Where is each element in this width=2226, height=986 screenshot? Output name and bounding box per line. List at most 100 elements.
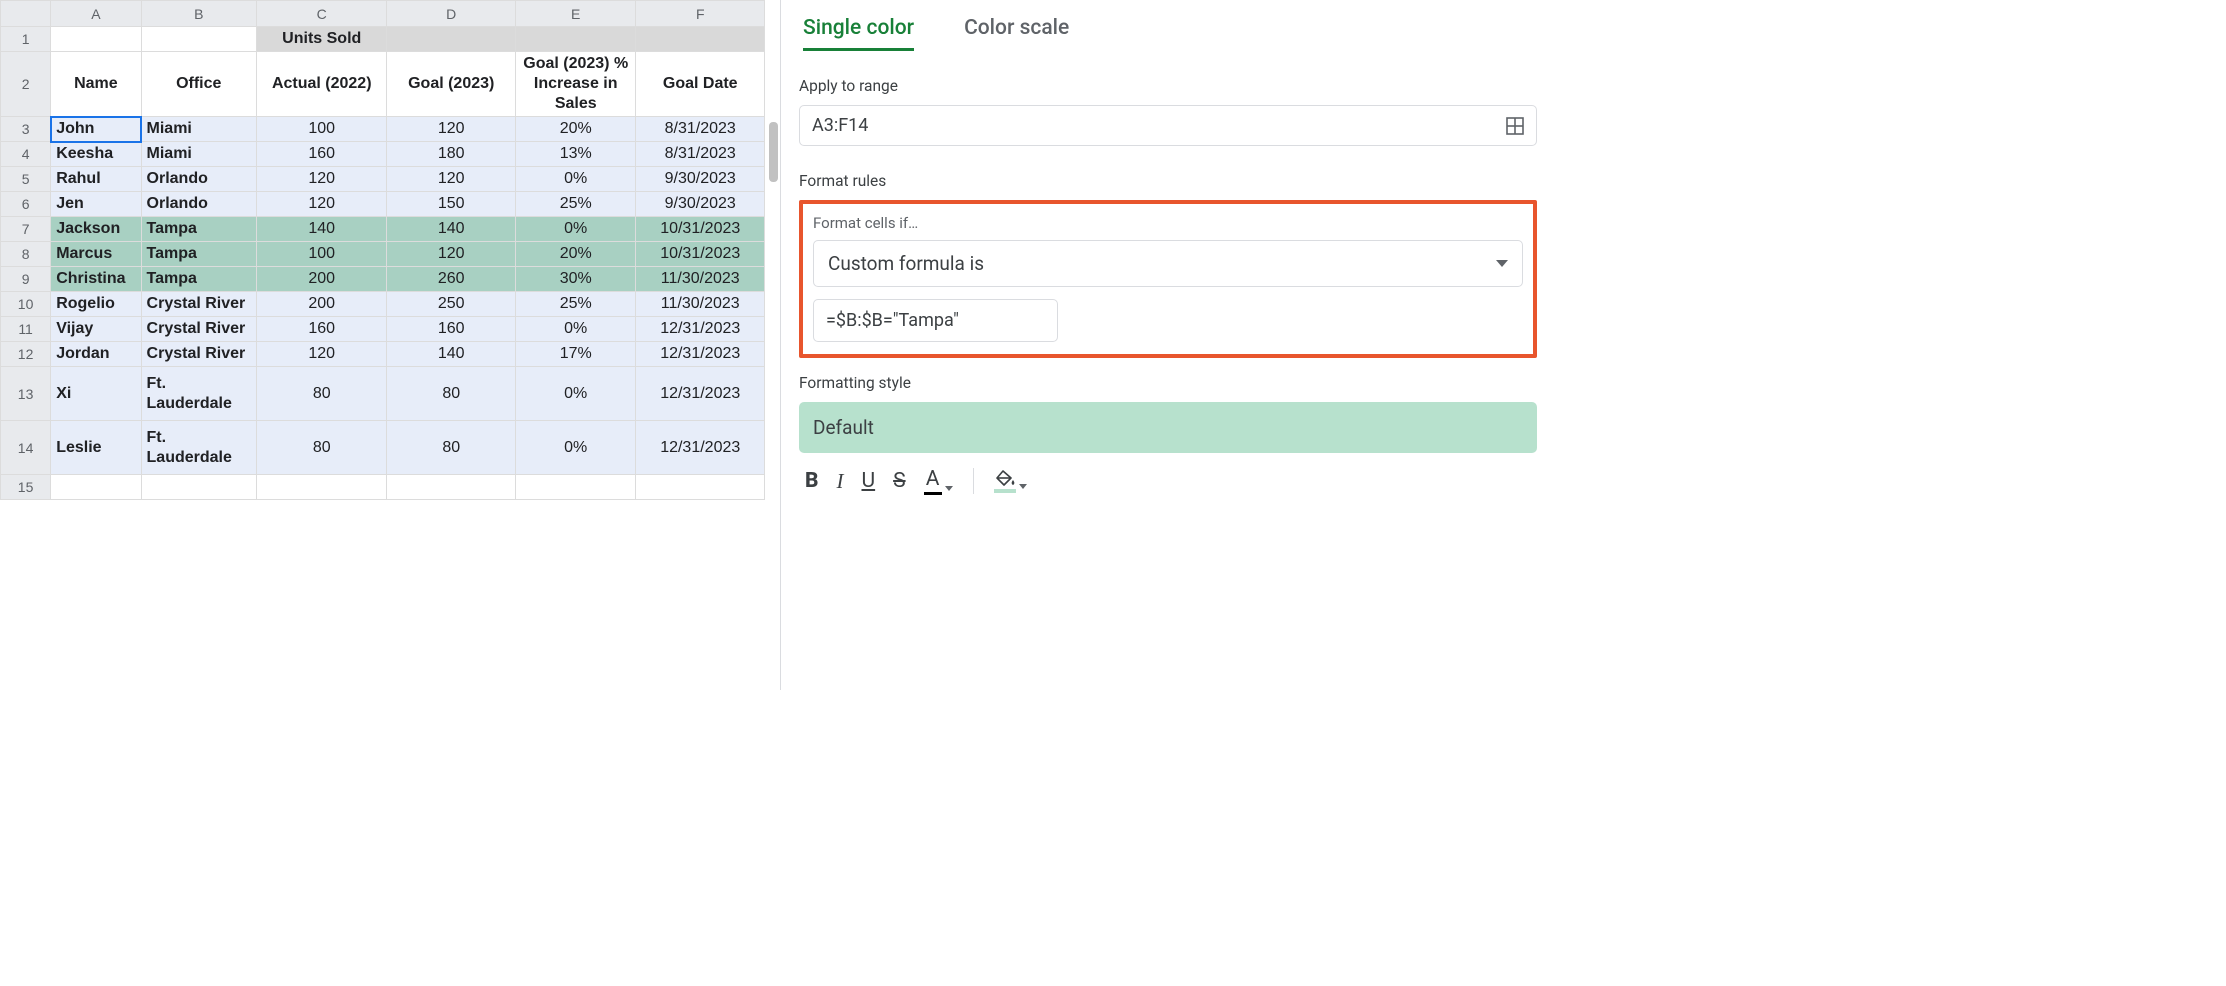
row-header-5[interactable]: 5 xyxy=(1,167,51,192)
col-header-D[interactable]: D xyxy=(387,1,516,27)
cell-goal[interactable]: 120 xyxy=(387,117,516,142)
cell-office[interactable]: Ft. Lauderdale xyxy=(141,367,256,421)
cell-date[interactable]: 10/31/2023 xyxy=(636,217,765,242)
cell[interactable] xyxy=(256,475,387,500)
cell-name[interactable]: Jen xyxy=(51,192,141,217)
cell[interactable] xyxy=(51,475,141,500)
text-color-button[interactable]: A xyxy=(924,467,953,495)
cell-units-sold[interactable]: Units Sold xyxy=(256,27,387,52)
cell-office[interactable]: Crystal River xyxy=(141,292,256,317)
cell-goal[interactable]: 180 xyxy=(387,142,516,167)
cell-date[interactable]: 8/31/2023 xyxy=(636,117,765,142)
col-header-F[interactable]: F xyxy=(636,1,765,27)
cell-header-office[interactable]: Office xyxy=(141,52,256,117)
cell-name[interactable]: Christina xyxy=(51,267,141,292)
cell-office[interactable]: Miami xyxy=(141,142,256,167)
tab-color-scale[interactable]: Color scale xyxy=(964,16,1069,51)
cell-date[interactable]: 12/31/2023 xyxy=(636,367,765,421)
cell-goal[interactable]: 80 xyxy=(387,367,516,421)
cell-name[interactable]: Keesha xyxy=(51,142,141,167)
cell[interactable] xyxy=(141,27,256,52)
column-header-row[interactable]: A B C D E F xyxy=(1,1,765,27)
cell-header-pct[interactable]: Goal (2023) % Increase in Sales xyxy=(515,52,635,117)
cell-date[interactable]: 12/31/2023 xyxy=(636,317,765,342)
cell-actual[interactable]: 160 xyxy=(256,317,387,342)
spreadsheet-grid[interactable]: A B C D E F 1Units Sold2NameOfficeActual… xyxy=(0,0,765,500)
cell-goal[interactable]: 140 xyxy=(387,342,516,367)
cell-pct[interactable]: 0% xyxy=(515,217,635,242)
cell-name[interactable]: Rahul xyxy=(51,167,141,192)
cell-date[interactable]: 10/31/2023 xyxy=(636,242,765,267)
cell-office[interactable]: Tampa xyxy=(141,217,256,242)
cell-pct[interactable]: 0% xyxy=(515,317,635,342)
cell-office[interactable]: Miami xyxy=(141,117,256,142)
row-header-1[interactable]: 1 xyxy=(1,27,51,52)
cell-actual[interactable]: 200 xyxy=(256,292,387,317)
fill-color-button[interactable] xyxy=(994,470,1027,493)
row-header-12[interactable]: 12 xyxy=(1,342,51,367)
vertical-scrollbar[interactable] xyxy=(769,122,778,182)
cell[interactable] xyxy=(636,27,765,52)
cell-name[interactable]: Marcus xyxy=(51,242,141,267)
cell-office[interactable]: Crystal River xyxy=(141,342,256,367)
cell-date[interactable]: 11/30/2023 xyxy=(636,267,765,292)
cell-actual[interactable]: 80 xyxy=(256,421,387,475)
col-header-A[interactable]: A xyxy=(51,1,141,27)
select-range-icon[interactable] xyxy=(1506,117,1524,135)
strikethrough-button[interactable]: S xyxy=(893,469,905,493)
cell-date[interactable]: 9/30/2023 xyxy=(636,167,765,192)
cell-office[interactable]: Orlando xyxy=(141,192,256,217)
tab-single-color[interactable]: Single color xyxy=(803,16,914,51)
row-header-4[interactable]: 4 xyxy=(1,142,51,167)
cell-office[interactable]: Tampa xyxy=(141,267,256,292)
cell-pct[interactable]: 0% xyxy=(515,367,635,421)
row-header-9[interactable]: 9 xyxy=(1,267,51,292)
row-header-11[interactable]: 11 xyxy=(1,317,51,342)
cell[interactable] xyxy=(636,475,765,500)
cell-actual[interactable]: 100 xyxy=(256,117,387,142)
row-header-15[interactable]: 15 xyxy=(1,475,51,500)
cell-office[interactable]: Ft. Lauderdale xyxy=(141,421,256,475)
cell-office[interactable]: Orlando xyxy=(141,167,256,192)
cell-header-name[interactable]: Name xyxy=(51,52,141,117)
cell-header-date[interactable]: Goal Date xyxy=(636,52,765,117)
cell-goal[interactable]: 160 xyxy=(387,317,516,342)
select-all-corner[interactable] xyxy=(1,1,51,27)
cell-goal[interactable]: 150 xyxy=(387,192,516,217)
row-header-8[interactable]: 8 xyxy=(1,242,51,267)
cell-actual[interactable]: 140 xyxy=(256,217,387,242)
cell-actual[interactable]: 200 xyxy=(256,267,387,292)
cell-goal[interactable]: 250 xyxy=(387,292,516,317)
cell-date[interactable]: 12/31/2023 xyxy=(636,421,765,475)
cell-actual[interactable]: 80 xyxy=(256,367,387,421)
cell-pct[interactable]: 30% xyxy=(515,267,635,292)
cell-date[interactable]: 11/30/2023 xyxy=(636,292,765,317)
col-header-C[interactable]: C xyxy=(256,1,387,27)
cell-pct[interactable]: 25% xyxy=(515,292,635,317)
cell-pct[interactable]: 25% xyxy=(515,192,635,217)
col-header-E[interactable]: E xyxy=(515,1,635,27)
cell[interactable] xyxy=(387,475,516,500)
cell-pct[interactable]: 20% xyxy=(515,117,635,142)
cell[interactable] xyxy=(387,27,516,52)
cell-date[interactable]: 12/31/2023 xyxy=(636,342,765,367)
style-preview-default[interactable]: Default xyxy=(799,402,1537,453)
cell-pct[interactable]: 0% xyxy=(515,167,635,192)
cell-header-actual[interactable]: Actual (2022) xyxy=(256,52,387,117)
cell[interactable] xyxy=(515,27,635,52)
bold-button[interactable]: B xyxy=(805,469,818,493)
cell-name[interactable]: Xi xyxy=(51,367,141,421)
italic-button[interactable]: I xyxy=(836,469,843,494)
row-header-3[interactable]: 3 xyxy=(1,117,51,142)
row-header-6[interactable]: 6 xyxy=(1,192,51,217)
cell[interactable] xyxy=(515,475,635,500)
col-header-B[interactable]: B xyxy=(141,1,256,27)
apply-to-range-input[interactable]: A3:F14 xyxy=(799,105,1537,146)
cell-goal[interactable]: 120 xyxy=(387,167,516,192)
cell-pct[interactable]: 13% xyxy=(515,142,635,167)
cell-date[interactable]: 9/30/2023 xyxy=(636,192,765,217)
row-header-13[interactable]: 13 xyxy=(1,367,51,421)
cell-date[interactable]: 8/31/2023 xyxy=(636,142,765,167)
cell-header-goal[interactable]: Goal (2023) xyxy=(387,52,516,117)
cell-name[interactable]: John xyxy=(51,117,141,142)
